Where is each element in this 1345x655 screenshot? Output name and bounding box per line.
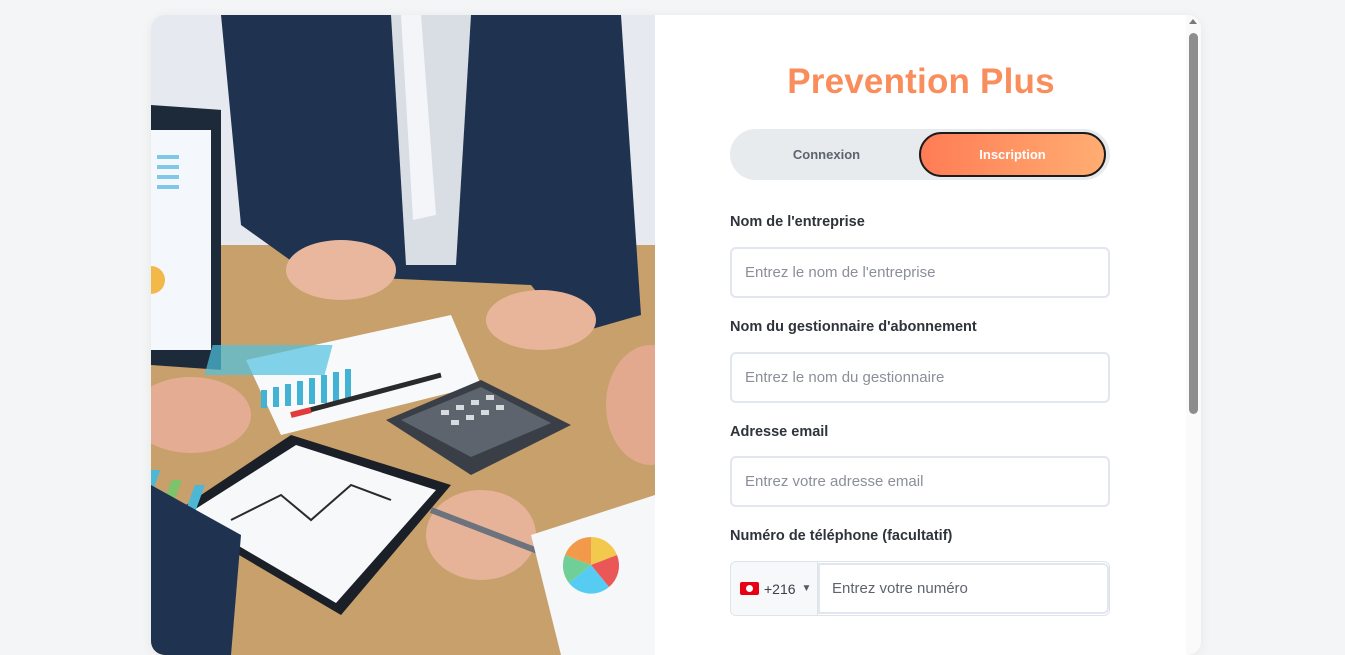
phone-label: Numéro de téléphone (facultatif) xyxy=(730,528,953,544)
phone-number-input[interactable] xyxy=(818,563,1109,614)
signup-form-panel: Prevention Plus Connexion Inscription No… xyxy=(655,15,1201,655)
tab-login[interactable]: Connexion xyxy=(733,132,920,177)
caret-down-icon: ▼ xyxy=(801,583,812,594)
business-meeting-image xyxy=(151,15,655,655)
brand-title: Prevention Plus xyxy=(787,62,1055,101)
scroll-up-arrow-icon[interactable] xyxy=(1189,19,1197,24)
scroll-thumb[interactable] xyxy=(1189,33,1198,414)
company-name-input[interactable] xyxy=(730,247,1110,298)
phone-field: +216 ▼ xyxy=(730,561,1110,616)
company-name-label: Nom de l'entreprise xyxy=(730,214,865,230)
tunisia-flag-icon xyxy=(740,582,759,595)
vertical-scrollbar[interactable] xyxy=(1186,15,1201,655)
auth-card: Prevention Plus Connexion Inscription No… xyxy=(151,15,1201,655)
country-code-select[interactable]: +216 ▼ xyxy=(731,562,818,615)
country-dial-code: +216 xyxy=(764,580,796,597)
email-input[interactable] xyxy=(730,456,1110,507)
manager-name-label: Nom du gestionnaire d'abonnement xyxy=(730,319,977,335)
meeting-illustration xyxy=(151,15,655,655)
email-label: Adresse email xyxy=(730,424,829,440)
auth-tabs: Connexion Inscription xyxy=(730,129,1110,180)
manager-name-input[interactable] xyxy=(730,352,1110,403)
tab-signup[interactable]: Inscription xyxy=(919,132,1106,177)
